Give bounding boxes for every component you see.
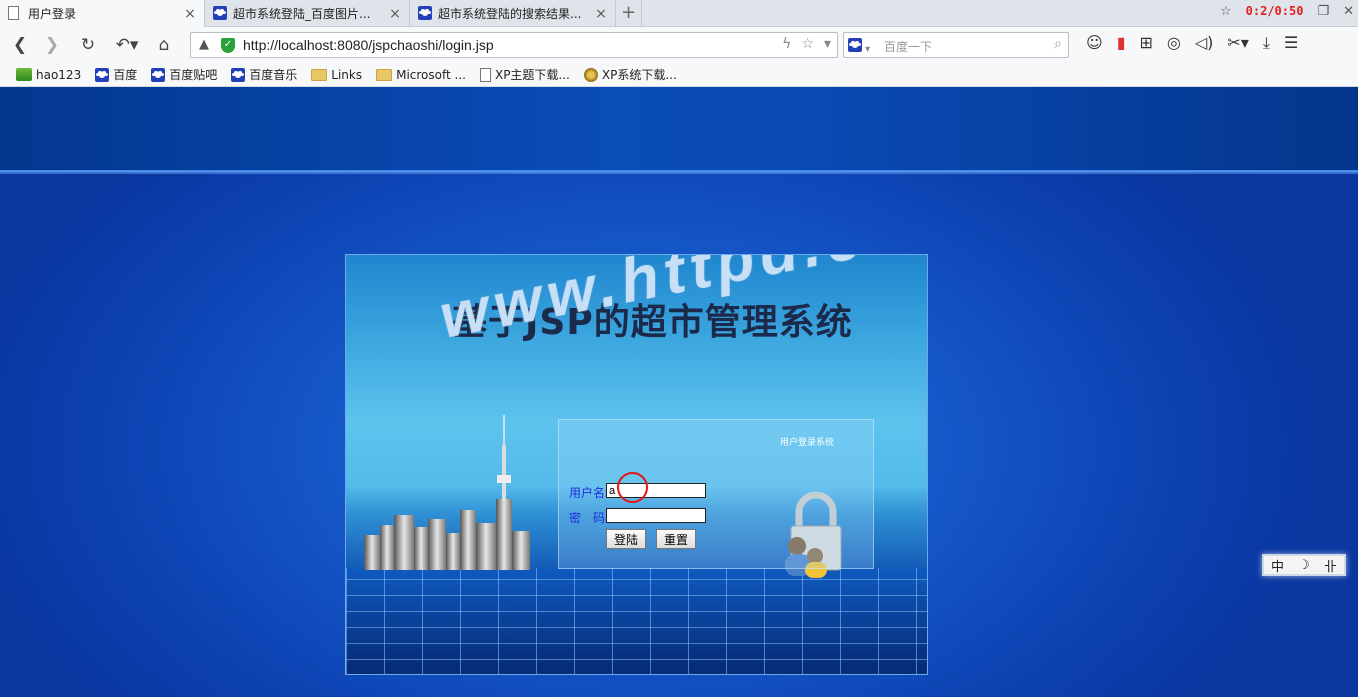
- page-header-band: [0, 87, 1358, 174]
- bookmark-label: XP主题下载...: [494, 68, 570, 82]
- page-icon: [479, 67, 491, 82]
- search-box[interactable]: ▾ 百度一下 ⌕: [843, 32, 1069, 58]
- login-panel: 基于JSP的超市管理系统 www.httpd.com 用户登录系统 用户名 a …: [345, 254, 928, 675]
- bookmark-star-icon[interactable]: ☆: [801, 36, 814, 52]
- bookmark-label: 百度贴吧: [169, 68, 218, 82]
- bookmark-baidu-music[interactable]: 百度音乐: [231, 66, 297, 83]
- password-input[interactable]: [606, 508, 706, 523]
- folder-icon: [376, 68, 393, 81]
- city-skyline-image: [364, 415, 530, 570]
- new-tab-button[interactable]: +: [616, 0, 642, 27]
- ime-moon-icon[interactable]: ☽: [1298, 558, 1310, 573]
- scissors-icon[interactable]: ✂▾: [1227, 33, 1248, 53]
- undo-button[interactable]: ↶▾: [110, 33, 144, 57]
- click-indicator: [617, 472, 648, 503]
- back-button[interactable]: ❮: [8, 33, 32, 57]
- navigation-bar: ❮ ❯ ↻ ↶▾ ⌂ ▲ ✓ http://localhost:8080/jsp…: [0, 27, 1358, 63]
- reload-button[interactable]: ↻: [76, 33, 100, 57]
- url-text[interactable]: http://localhost:8080/jspchaoshi/login.j…: [243, 37, 494, 53]
- restore-icon[interactable]: ❐: [1317, 4, 1329, 19]
- apps-grid-icon[interactable]: ⊞: [1140, 33, 1153, 53]
- tab-user-login[interactable]: 用户登录 ×: [0, 0, 205, 27]
- bookmark-links[interactable]: Links: [311, 68, 362, 82]
- bookmark-baidu-tieba[interactable]: 百度贴吧: [151, 66, 217, 83]
- close-window-icon[interactable]: ✕: [1343, 4, 1354, 19]
- address-bar[interactable]: ▲ ✓ http://localhost:8080/jspchaoshi/log…: [190, 32, 838, 58]
- tab-strip: 用户登录 × 超市系统登陆_百度图片... × 超市系统登陆的搜索结果... ×…: [0, 0, 1358, 27]
- forward-button[interactable]: ❯: [40, 33, 64, 57]
- tab-baidu-images[interactable]: 超市系统登陆_百度图片... ×: [205, 0, 410, 27]
- search-placeholder: 百度一下: [884, 40, 933, 54]
- bookmark-baidu[interactable]: 百度: [95, 66, 137, 83]
- bookmarks-bar: hao123 百度 百度贴吧 百度音乐 Links Microsoft ... …: [0, 63, 1358, 87]
- folder-icon: [311, 68, 328, 81]
- grid-floor: [346, 568, 927, 674]
- page-content: 基于JSP的超市管理系统 www.httpd.com 用户登录系统 用户名 a …: [0, 87, 1358, 697]
- bookmark-label: 百度: [113, 68, 138, 82]
- tab-title: 超市系统登陆的搜索结果...: [438, 7, 582, 21]
- password-label: 密 码: [569, 511, 606, 525]
- search-icon[interactable]: ⌕: [1054, 36, 1062, 52]
- ime-toolbar[interactable]: 中 ☽ 卝: [1262, 554, 1346, 576]
- toolbar-icons: ☺ ▮ ⊞ ◎ ◁) ✂▾ ⤓ ☰: [1086, 33, 1298, 53]
- username-label: 用户名: [569, 486, 606, 500]
- download-icon[interactable]: ⤓: [1263, 33, 1270, 53]
- tab-title: 超市系统登陆_百度图片...: [233, 7, 371, 21]
- ime-chinese-mode[interactable]: 中: [1271, 556, 1284, 575]
- menu-icon[interactable]: ☰: [1284, 33, 1298, 53]
- bookmark-xp-system[interactable]: XP系统下载...: [583, 66, 677, 83]
- login-form-caption: 用户登录系统: [780, 438, 835, 448]
- close-icon[interactable]: ×: [389, 6, 401, 22]
- baidu-paw-icon: [213, 5, 227, 22]
- home-button[interactable]: ⌂: [152, 33, 176, 57]
- bookmark-label: 百度音乐: [249, 68, 298, 82]
- reset-button[interactable]: 重置: [656, 529, 697, 549]
- bookmark-label: Microsoft ...: [396, 67, 466, 82]
- chat-icon[interactable]: ☺: [1086, 33, 1103, 53]
- baidu-paw-icon: [418, 5, 432, 22]
- secure-shield-icon: ✓: [221, 38, 235, 53]
- xp-icon: [583, 67, 598, 82]
- close-icon[interactable]: ×: [595, 6, 607, 22]
- ime-width-icon[interactable]: 卝: [1324, 556, 1337, 575]
- bookmark-label: Links: [331, 67, 363, 82]
- bookmark-xp-theme[interactable]: XP主题下载...: [479, 66, 570, 83]
- tab-search-results[interactable]: 超市系统登陆的搜索结果... ×: [410, 0, 616, 27]
- reader-icon[interactable]: ▲: [199, 37, 209, 52]
- lightning-icon[interactable]: ϟ: [782, 36, 791, 52]
- bookmark-label: hao123: [36, 67, 82, 82]
- hao123-icon: [16, 68, 32, 81]
- bookmark-microsoft[interactable]: Microsoft ...: [376, 68, 466, 82]
- baidu-paw-icon[interactable]: ▾: [848, 38, 870, 56]
- page-icon: [8, 5, 22, 22]
- theme-icon[interactable]: ▮: [1117, 33, 1126, 53]
- login-button[interactable]: 登陆: [606, 529, 647, 549]
- tab-title: 用户登录: [28, 7, 77, 21]
- speaker-icon[interactable]: ◁): [1195, 33, 1214, 53]
- chevron-down-icon[interactable]: ▾: [824, 36, 831, 52]
- window-controls: ☆ 0:2/0:50 ❐ ✕: [1220, 0, 1354, 22]
- compass-icon[interactable]: ◎: [1167, 33, 1181, 53]
- star-icon[interactable]: ☆: [1220, 4, 1232, 19]
- close-icon[interactable]: ×: [184, 6, 196, 22]
- baidu-paw-icon: [151, 67, 166, 82]
- bookmark-label: XP系统下载...: [601, 68, 677, 82]
- baidu-paw-icon: [231, 67, 246, 82]
- recording-timer: 0:2/0:50: [1245, 4, 1304, 18]
- baidu-paw-icon: [95, 67, 110, 82]
- bookmark-hao123[interactable]: hao123: [16, 68, 81, 82]
- address-bar-actions: ϟ ☆ ▾: [782, 36, 831, 52]
